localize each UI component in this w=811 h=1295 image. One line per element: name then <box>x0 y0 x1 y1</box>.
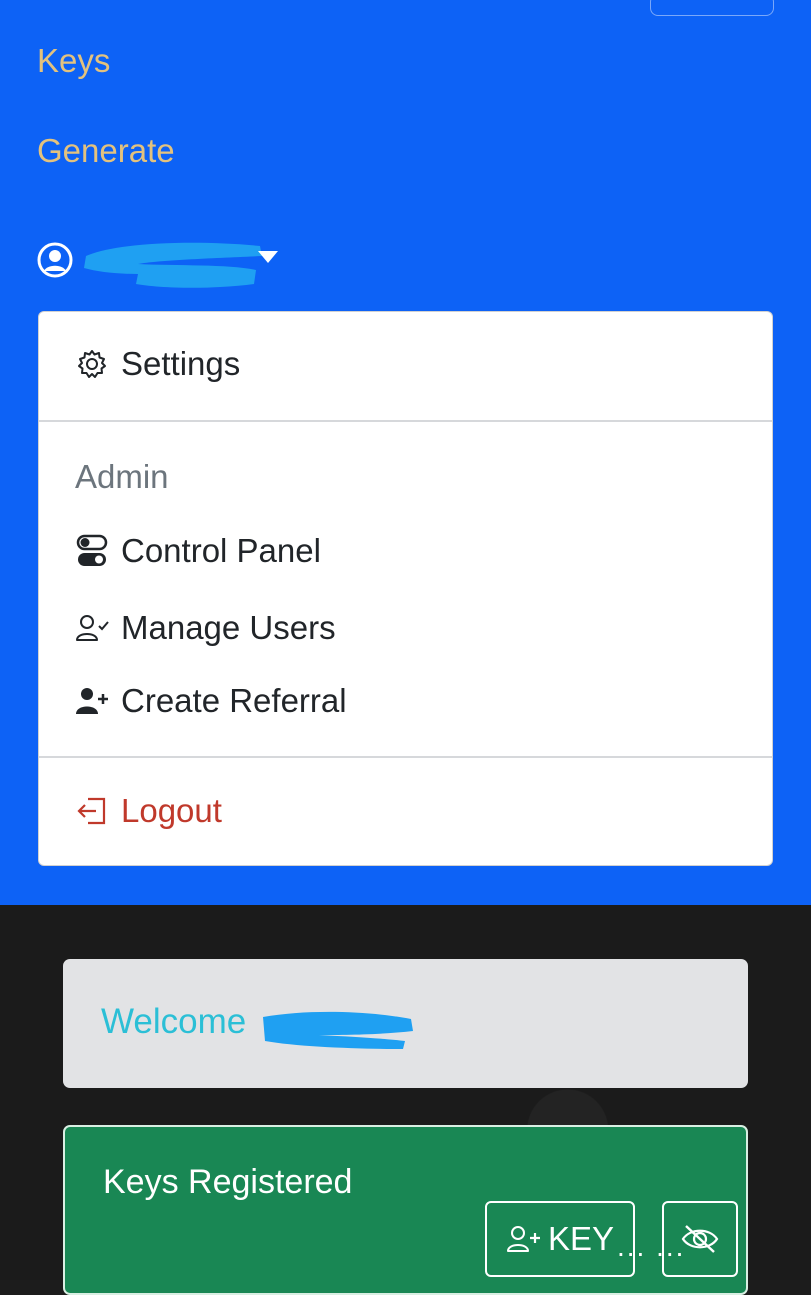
menu-divider <box>39 756 772 758</box>
keys-registered-title: Keys Registered <box>103 1163 353 1201</box>
toggles-icon <box>75 534 109 568</box>
menu-item-manage-users[interactable]: Manage Users <box>75 609 336 647</box>
logout-icon <box>75 794 109 828</box>
caret-down-icon <box>258 251 278 263</box>
nav-link-generate[interactable]: Generate <box>37 132 175 170</box>
menu-divider <box>39 420 772 422</box>
redacted-welcome-name <box>263 1011 413 1049</box>
navbar-toggler[interactable] <box>650 0 774 16</box>
menu-item-create-referral-label: Create Referral <box>121 682 347 719</box>
nav-link-keys[interactable]: Keys <box>37 42 110 80</box>
welcome-card: Welcome <box>63 959 748 1088</box>
menu-item-control-panel[interactable]: Control Panel <box>75 532 321 570</box>
person-plus-icon <box>506 1224 542 1254</box>
user-circle-icon <box>37 242 73 278</box>
user-menu-toggle[interactable] <box>37 240 73 280</box>
menu-item-logout[interactable]: Logout <box>75 792 222 830</box>
menu-item-create-referral[interactable]: Create Referral <box>75 682 347 720</box>
navbar: Keys Generate Settings Admin Control Pan… <box>0 0 811 905</box>
gear-icon <box>75 347 109 381</box>
eye-slash-icon <box>680 1223 720 1255</box>
menu-item-manage-users-label: Manage Users <box>121 609 336 646</box>
keys-registered-card: Keys Registered KEY ... ... <box>63 1125 748 1295</box>
redacted-username <box>84 242 262 288</box>
welcome-label: Welcome <box>101 1002 247 1041</box>
toggle-visibility-button[interactable] <box>662 1201 738 1277</box>
person-plus-fill-icon <box>75 684 109 718</box>
user-dropdown-menu: Settings Admin Control Panel Manage User… <box>38 311 773 866</box>
person-check-icon <box>75 611 109 645</box>
add-key-button[interactable]: KEY <box>485 1201 635 1277</box>
menu-header-admin: Admin <box>75 458 169 495</box>
menu-item-settings-label: Settings <box>121 345 241 382</box>
menu-item-control-panel-label: Control Panel <box>121 532 321 569</box>
menu-item-settings[interactable]: Settings <box>75 345 240 383</box>
add-key-label: KEY <box>547 1220 615 1257</box>
menu-item-logout-label: Logout <box>121 792 222 829</box>
